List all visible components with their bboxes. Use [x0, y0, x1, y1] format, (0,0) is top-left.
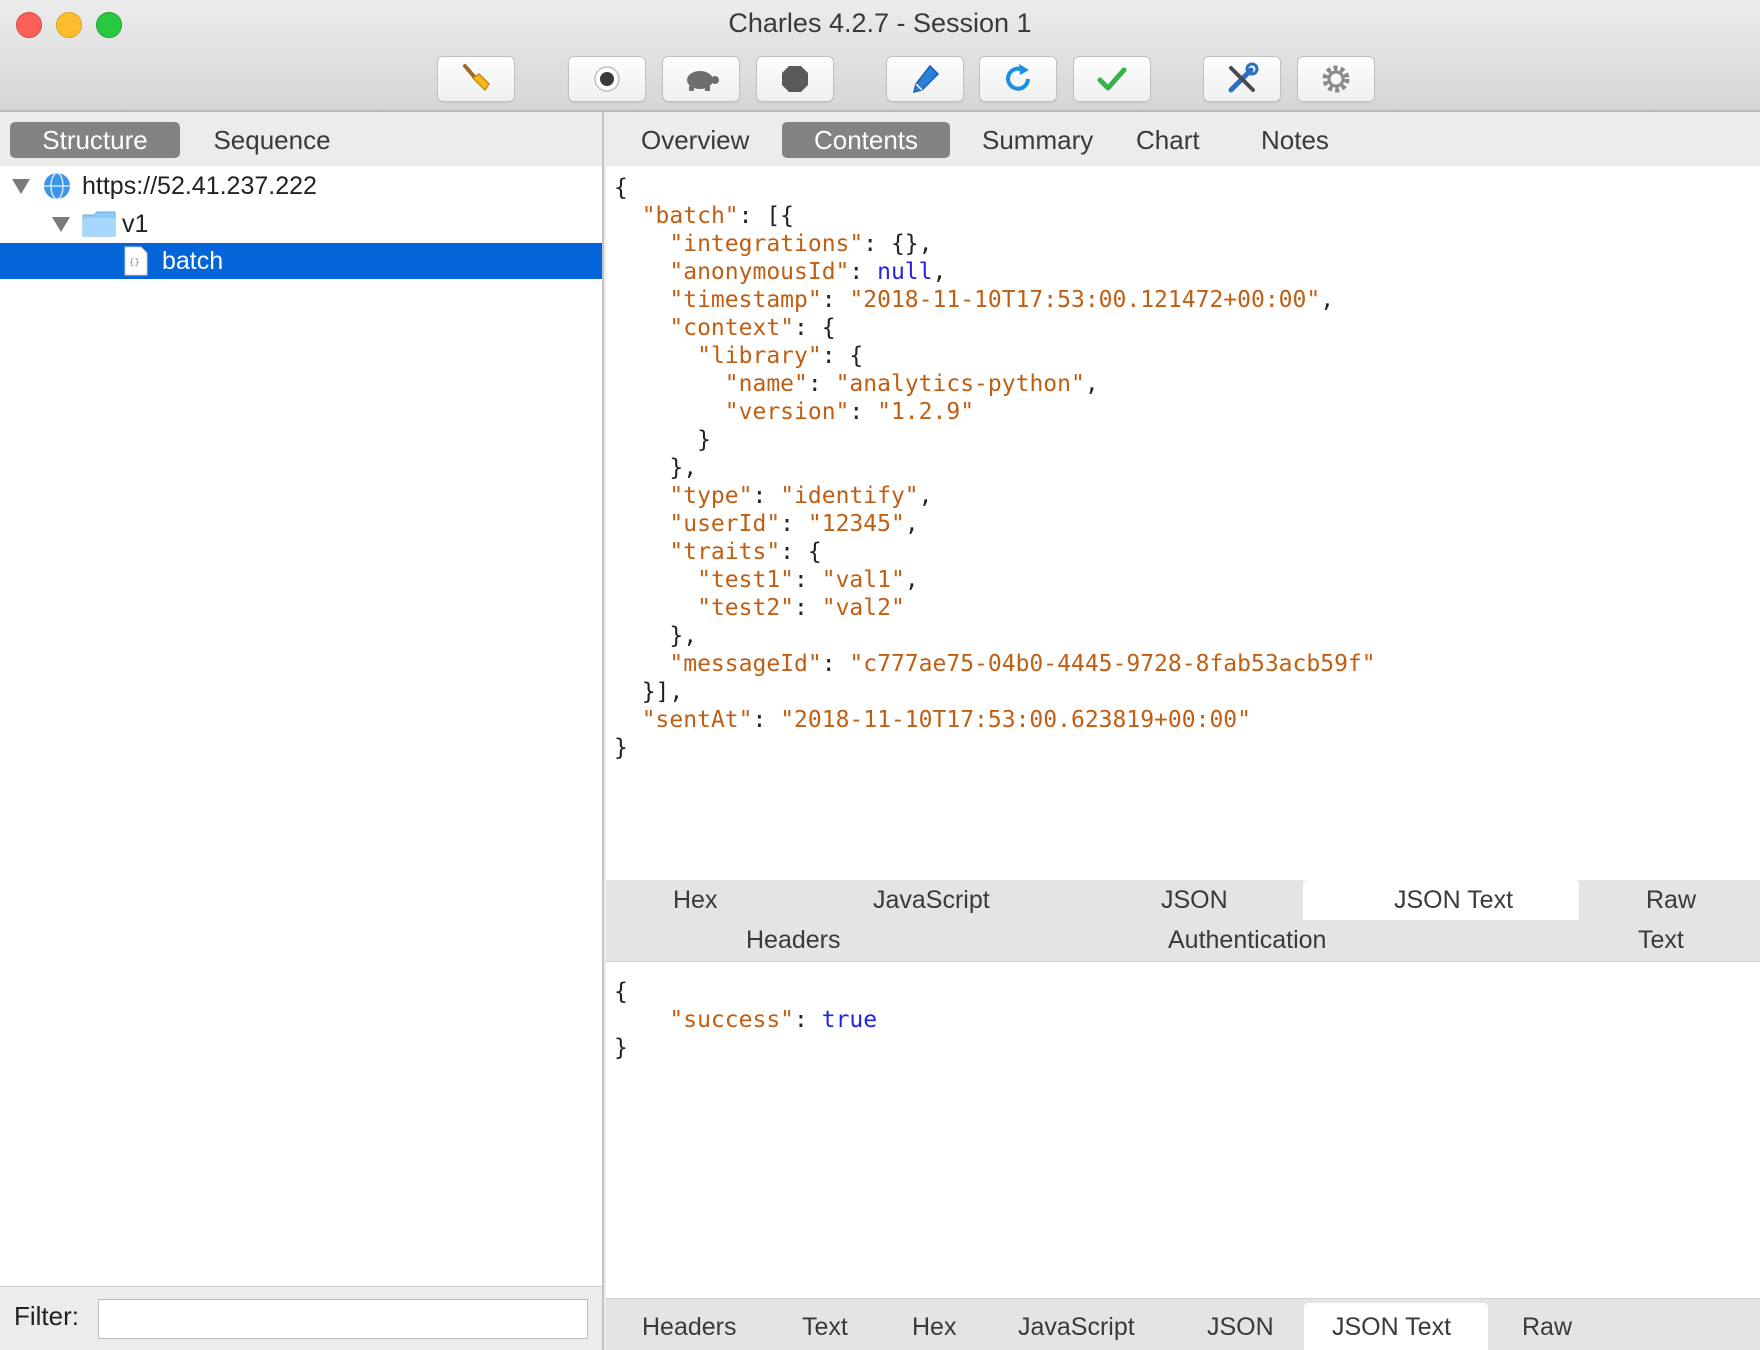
tab-overview[interactable]: Overview — [611, 122, 779, 158]
settings-gear-icon — [1322, 65, 1350, 93]
req-tab-authentication[interactable]: Authentication — [1168, 920, 1326, 960]
resp-tab-headers[interactable]: Headers — [642, 1307, 737, 1347]
contents-panel: Overview Contents Summary Chart Notes { … — [606, 112, 1760, 1350]
tools-button[interactable] — [1203, 56, 1281, 102]
tree-item-folder[interactable]: v1 — [0, 206, 602, 242]
stop-hexagon-icon — [782, 66, 808, 92]
right-tab-bar: Overview Contents Summary Chart Notes — [606, 112, 1760, 166]
req-tab-raw[interactable]: Raw — [1646, 880, 1696, 920]
req-tab-hex[interactable]: Hex — [673, 880, 717, 920]
request-viewer-tabs: Hex JavaScript JSON JSON Text Raw Header… — [606, 880, 1760, 962]
req-tab-json[interactable]: JSON — [1161, 880, 1228, 920]
validate-check-icon — [1097, 67, 1127, 91]
disclosure-triangle-icon[interactable] — [52, 217, 70, 232]
throttle-turtle-icon — [687, 71, 719, 91]
title-bar: Charles 4.2.7 - Session 1 — [0, 0, 1760, 112]
tab-structure[interactable]: Structure — [10, 122, 180, 158]
tree-item-label: v1 — [122, 210, 149, 238]
settings-button[interactable] — [1297, 56, 1375, 102]
req-tab-json-text[interactable]: JSON Text — [1394, 880, 1513, 920]
tab-chart[interactable]: Chart — [1106, 122, 1230, 158]
json-file-icon: {} — [124, 246, 148, 276]
compose-pen-icon — [912, 64, 940, 94]
globe-icon — [44, 172, 70, 200]
tree-item-label: batch — [162, 247, 224, 275]
response-viewer-tabs: Headers Text Hex JavaScript JSON JSON Te… — [606, 1298, 1760, 1350]
req-tab-javascript[interactable]: JavaScript — [873, 880, 990, 920]
resp-tab-hex[interactable]: Hex — [912, 1307, 956, 1347]
tree-item-label: https://52.41.237.222 — [82, 172, 317, 200]
resp-tab-javascript[interactable]: JavaScript — [1018, 1307, 1135, 1347]
request-json-view[interactable]: { "batch": [{ "integrations": {}, "anony… — [614, 174, 1376, 762]
req-tab-text[interactable]: Text — [1638, 920, 1684, 960]
throttle-button[interactable] — [662, 56, 740, 102]
tab-contents[interactable]: Contents — [782, 122, 950, 158]
tab-sequence[interactable]: Sequence — [184, 122, 360, 158]
disclosure-triangle-icon[interactable] — [12, 179, 30, 194]
clear-session-button[interactable] — [437, 56, 515, 102]
response-json-view[interactable]: { "success": true } — [614, 978, 877, 1062]
breakpoints-button[interactable] — [756, 56, 834, 102]
record-button[interactable] — [568, 56, 646, 102]
tree-item-batch[interactable]: {} batch — [0, 243, 602, 279]
folder-icon — [82, 211, 116, 237]
repeat-refresh-icon — [1006, 64, 1030, 91]
record-icon — [594, 66, 620, 92]
tab-summary[interactable]: Summary — [952, 122, 1123, 158]
tools-icon — [1228, 62, 1259, 93]
tab-notes[interactable]: Notes — [1231, 122, 1359, 158]
resp-tab-json[interactable]: JSON — [1207, 1307, 1274, 1347]
validate-button[interactable] — [1073, 56, 1151, 102]
tree-item-host[interactable]: https://52.41.237.222 — [0, 168, 602, 204]
filter-bar: Filter: — [0, 1286, 602, 1350]
left-tab-bar: Structure Sequence — [0, 112, 602, 166]
compose-button[interactable] — [886, 56, 964, 102]
filter-label: Filter: — [14, 1301, 79, 1331]
resp-tab-raw[interactable]: Raw — [1522, 1307, 1572, 1347]
req-tab-headers[interactable]: Headers — [746, 920, 841, 960]
broom-icon — [463, 64, 490, 92]
structure-panel: Structure Sequence https://52.41.237.222… — [0, 112, 604, 1350]
repeat-button[interactable] — [979, 56, 1057, 102]
resp-tab-text[interactable]: Text — [802, 1307, 848, 1347]
window-title: Charles 4.2.7 - Session 1 — [728, 8, 1032, 38]
filter-input[interactable] — [98, 1299, 588, 1339]
svg-text:{}: {} — [129, 258, 140, 268]
resp-tab-json-text[interactable]: JSON Text — [1332, 1307, 1451, 1347]
